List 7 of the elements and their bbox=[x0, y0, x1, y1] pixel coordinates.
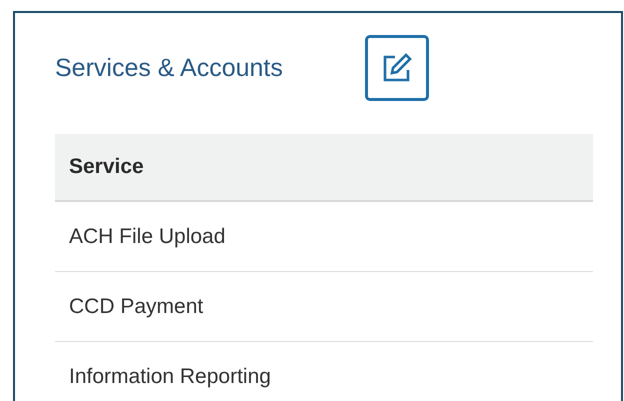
edit-button[interactable] bbox=[364, 35, 429, 101]
column-header: Service bbox=[55, 134, 593, 202]
table-cell: Information Reporting bbox=[55, 342, 593, 401]
panel-title: Services & Accounts bbox=[55, 54, 283, 82]
table-cell: ACH File Upload bbox=[55, 202, 593, 272]
edit-icon bbox=[380, 52, 413, 84]
table-cell: CCD Payment bbox=[55, 272, 593, 342]
